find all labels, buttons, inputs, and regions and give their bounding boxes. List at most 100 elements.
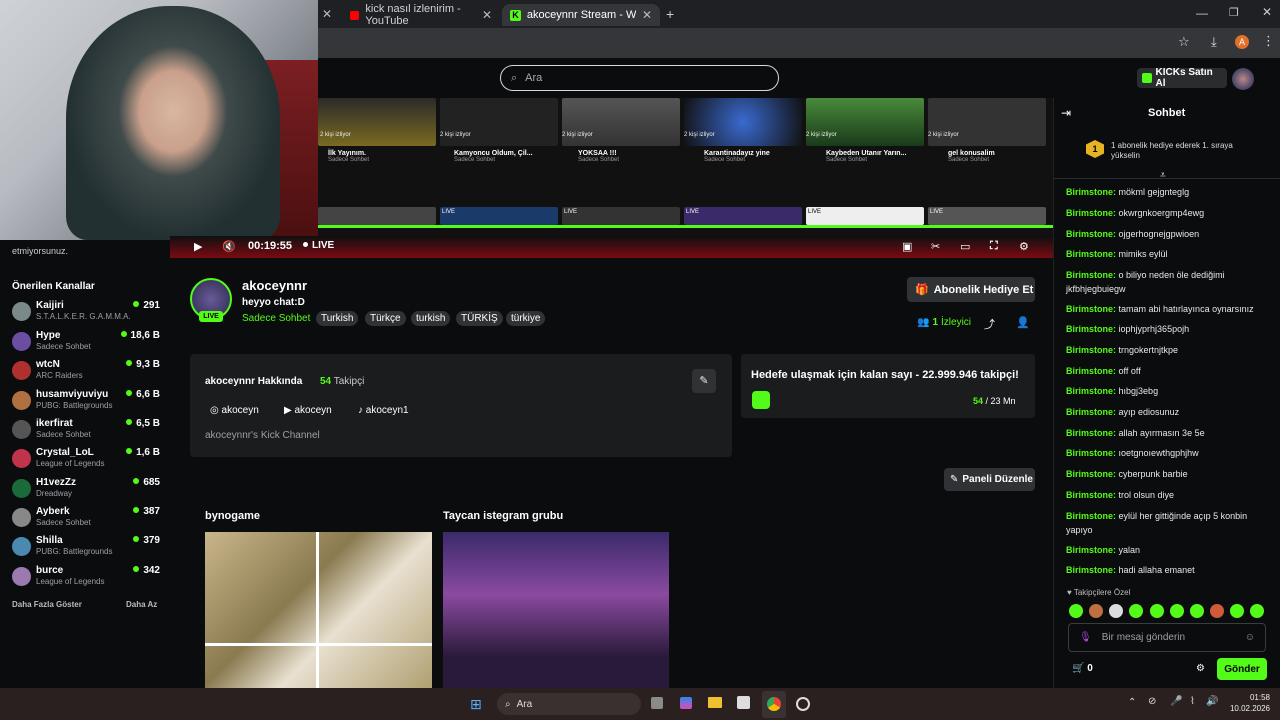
category-link[interactable]: Sadece Sohbet [242, 313, 310, 324]
caption-text: etmiyorsunuz. [12, 246, 69, 256]
emote-icon[interactable] [1210, 604, 1224, 618]
live-badge[interactable]: LIVE [562, 207, 680, 225]
sidebar-channel[interactable]: ikerfirat Sadece Sohbet 6,5 B [12, 418, 162, 444]
chat-message: Birimstone: mökml gejgnteglg [1066, 187, 1190, 197]
store-icon[interactable] [737, 696, 750, 709]
close-icon[interactable]: ✕ [322, 7, 332, 21]
close-tab-icon[interactable]: ✕ [642, 8, 652, 22]
task-view-icon[interactable] [651, 697, 663, 709]
emote-icon[interactable] [1250, 604, 1264, 618]
tag[interactable]: Turkish [316, 311, 359, 326]
sidebar-channel[interactable]: Crystal_LoL League of Legends 1,6 B [12, 447, 162, 473]
window-close-icon[interactable]: ✕ [1262, 5, 1272, 19]
sidebar-channel[interactable]: husamviyuviyu PUBG: Battlegrounds 6,6 B [12, 389, 162, 415]
profile-avatar[interactable]: A [1235, 35, 1249, 49]
minimize-icon[interactable]: — [1196, 6, 1208, 20]
sidebar-channel[interactable]: wtcN ARC Raiders 9,3 B [12, 359, 162, 385]
new-tab-icon[interactable]: + [666, 6, 674, 22]
address-bar[interactable] [318, 28, 1280, 58]
channel-name[interactable]: akoceynnr [242, 278, 307, 293]
app-icon[interactable] [796, 697, 810, 711]
sidebar-channel[interactable]: Hype Sadece Sohbet 18,6 B [12, 330, 162, 356]
chat-message: Birimstone: hadi allaha emanet [1066, 565, 1195, 575]
search-input[interactable]: ⌕ Ara [500, 65, 779, 91]
tag[interactable]: TÜRKİŞ [456, 311, 503, 326]
network-icon[interactable]: ⊘ [1148, 696, 1156, 707]
panel-image-group[interactable] [443, 532, 669, 688]
start-icon[interactable]: ⊞ [470, 696, 482, 713]
wifi-icon[interactable]: ⌇ [1190, 696, 1195, 707]
tiktok-link[interactable]: ♪ akoceyn1 [358, 405, 409, 416]
share-icon[interactable]: ⤴ [984, 316, 995, 332]
live-badge[interactable]: LIVE [806, 207, 924, 225]
chat-settings-icon[interactable]: ⚙ [1196, 663, 1205, 674]
youtube-link[interactable]: ▶ akoceyn [284, 405, 332, 416]
clip-icon[interactable]: ✂ [931, 240, 940, 253]
tag[interactable]: turkish [411, 311, 451, 326]
thumbnail[interactable] [318, 207, 436, 225]
fullscreen-icon[interactable]: ⛶ [990, 240, 998, 253]
live-badge[interactable]: LIVE [440, 207, 558, 225]
chat-input[interactable]: 🎙 Bir mesaj gönderin ☺ [1068, 623, 1266, 652]
pip-icon[interactable]: ▣ [902, 240, 912, 253]
tiktok-icon: ♪ [358, 405, 363, 416]
goal-emote-icon [752, 391, 770, 409]
edit-pencil-icon[interactable]: ✎ [692, 369, 716, 393]
kicks-balance[interactable]: 🛒 0 [1072, 663, 1093, 674]
emote-icon[interactable] [1190, 604, 1204, 618]
emote-icon[interactable] [1129, 604, 1143, 618]
show-more-button[interactable]: Daha Fazla Göster [12, 600, 82, 609]
close-tab-icon[interactable]: ✕ [482, 8, 492, 22]
send-button[interactable]: Gönder [1217, 658, 1267, 680]
emote-icon[interactable] [1150, 604, 1164, 618]
sidebar-channel[interactable]: H1vezZz Dreadway 685 [12, 477, 162, 503]
emote-icon[interactable] [1069, 604, 1083, 618]
tray-chevron-icon[interactable]: ⌃ [1128, 697, 1136, 708]
filter-icon[interactable]: ⩡ [1160, 170, 1166, 181]
live-badge[interactable]: LIVE [684, 207, 802, 225]
emoji-icon[interactable]: ☺ [1245, 632, 1255, 643]
restore-icon[interactable]: ❐ [1229, 6, 1239, 19]
user-avatar[interactable] [1232, 68, 1254, 90]
volume-icon[interactable]: 🔊 [1206, 696, 1218, 707]
theater-mode-icon[interactable]: ▭ [960, 240, 970, 253]
chat-message: Birimstone: o biliyo neden öle dediğimi … [1066, 270, 1225, 294]
emote-icon[interactable] [1230, 604, 1244, 618]
mute-icon[interactable]: 🔇 [222, 240, 236, 253]
sidebar-channel[interactable]: Shilla PUBG: Battlegrounds 379 [12, 535, 162, 561]
avatar [12, 449, 31, 468]
sidebar-channel[interactable]: burce League of Legends 342 [12, 565, 162, 591]
follow-user-icon[interactable]: 👤 [1016, 316, 1030, 329]
edit-panels-button[interactable]: ✎ Paneli Düzenle [944, 468, 1035, 491]
sidebar-channel[interactable]: Kaijiri S.T.A.L.K.E.R. G.A.M.M.A. 291 [12, 300, 162, 326]
microphone-icon[interactable]: 🎙 [1079, 632, 1092, 643]
copilot-icon[interactable] [680, 697, 692, 709]
settings-icon[interactable]: ⚙ [1019, 240, 1029, 253]
sidebar-channel[interactable]: Ayberk Sadece Sohbet 387 [12, 506, 162, 532]
stream-progress-bar[interactable] [318, 225, 1053, 228]
clock[interactable]: 01:58 10.02.2026 [1226, 692, 1270, 714]
browser-menu-icon[interactable]: ⋮ [1262, 33, 1275, 49]
collapse-chat-icon[interactable]: ⇥ [1061, 106, 1071, 120]
download-icon[interactable]: ⤓ [1211, 34, 1217, 50]
emote-icon[interactable] [1089, 604, 1103, 618]
bookmark-star-icon[interactable]: ☆ [1178, 34, 1190, 50]
instagram-link[interactable]: ◎ akoceyn [210, 405, 259, 416]
tab-youtube[interactable]: kick nasıl izlenirim - YouTube ✕ [342, 3, 500, 27]
microphone-tray-icon[interactable]: 🎤 [1170, 696, 1182, 707]
tab-kick[interactable]: K akoceynnr Stream - Watch Live ✕ [502, 4, 660, 26]
emote-icon[interactable] [1109, 604, 1123, 618]
chat-message: Birimstone: trngokertnjtkpe [1066, 345, 1179, 355]
gift-sub-button[interactable]: 🎁 Abonelik Hediye Et [907, 277, 1035, 302]
buy-kicks-button[interactable]: KICKs Satın Al [1137, 67, 1227, 89]
file-explorer-icon[interactable] [708, 697, 722, 708]
emote-icon[interactable] [1170, 604, 1184, 618]
play-icon[interactable]: ▶ [194, 240, 202, 253]
show-less-button[interactable]: Daha Az [126, 600, 157, 609]
tag[interactable]: türkiye [506, 311, 546, 326]
divider [316, 532, 319, 688]
tag[interactable]: Türkçe [365, 311, 406, 326]
chat-message: Birimstone: iophjyprhj365pojh [1066, 324, 1190, 334]
taskbar-search[interactable]: ⌕ Ara [497, 693, 641, 715]
live-badge[interactable]: LIVE [928, 207, 1046, 225]
